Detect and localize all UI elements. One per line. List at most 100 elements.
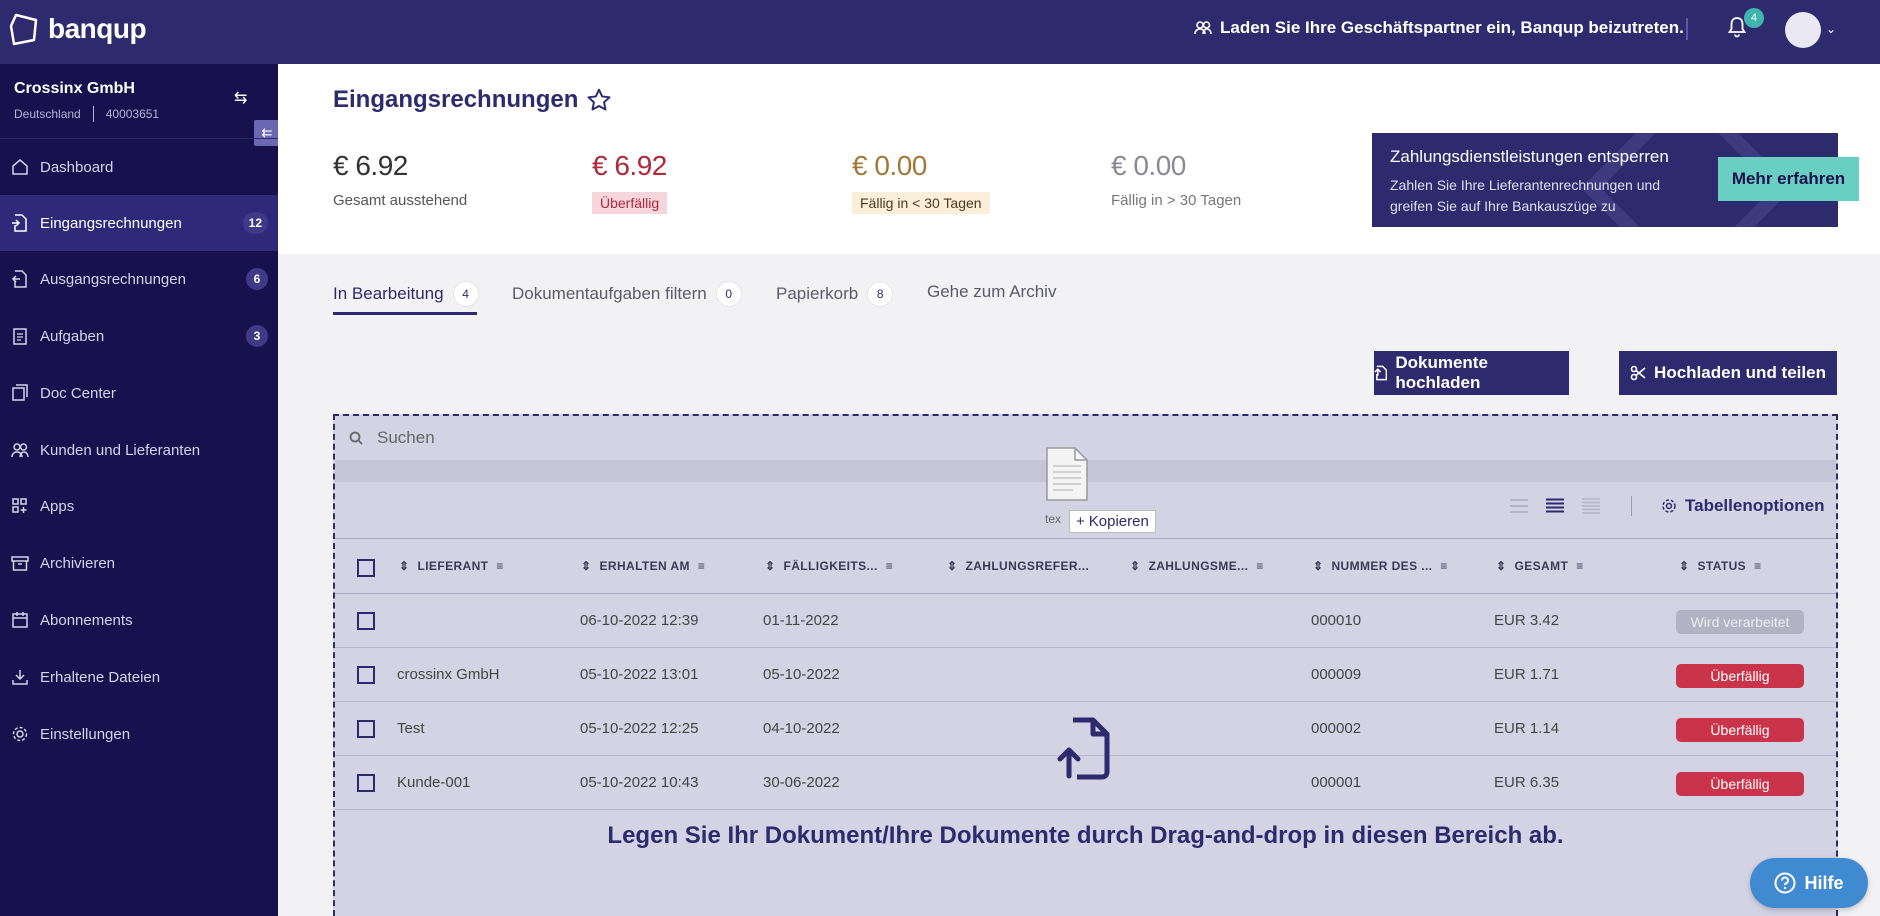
row-checkbox[interactable] <box>357 720 375 738</box>
tab-count-badge: 0 <box>716 282 741 306</box>
density-comfortable-icon[interactable] <box>1581 498 1601 514</box>
sidebar-item-label: Einstellungen <box>40 725 131 743</box>
tab-in-bearbeitung[interactable]: In Bearbeitung 4 <box>333 282 478 306</box>
column-header-zahlungsreferenz[interactable]: ⇕ ZAHLUNGSREFER... <box>947 559 1089 573</box>
cell-due: 01-11-2022 <box>763 612 839 629</box>
stat-label: Fällig in < 30 Tagen <box>852 192 990 214</box>
user-avatar[interactable] <box>1785 12 1821 48</box>
density-compact-icon[interactable] <box>1509 498 1529 514</box>
cell-received: 06-10-2022 12:39 <box>580 612 699 629</box>
filter-icon: ≡ <box>885 559 894 573</box>
column-header-erhalten-am[interactable]: ⇕ ERHALTEN AM ≡ <box>581 559 705 573</box>
column-header-gesamt[interactable]: ⇕ GESAMT ≡ <box>1496 559 1584 573</box>
sidebar-item-erhaltene-dateien[interactable]: Erhaltene Dateien <box>0 649 278 705</box>
search-placeholder: Suchen <box>377 428 435 447</box>
chevron-down-icon[interactable]: ⌄ <box>1826 22 1836 36</box>
sidebar-item-aufgaben[interactable]: Aufgaben 3 <box>0 308 278 364</box>
sidebar-item-doc-center[interactable]: Doc Center <box>0 365 278 421</box>
toolbar-divider <box>1631 496 1632 516</box>
status-badge: Überfällig <box>1676 772 1804 796</box>
apps-grid-icon <box>10 496 30 516</box>
tab-label: Papierkorb <box>776 284 859 303</box>
cell-total: EUR 6.35 <box>1494 774 1560 791</box>
sort-icon: ⇕ <box>1679 559 1690 573</box>
learn-more-button[interactable]: Mehr erfahren <box>1718 157 1859 201</box>
partners-icon <box>1194 21 1212 35</box>
sidebar-item-kunden-lieferanten[interactable]: Kunden und Lieferanten <box>0 422 278 478</box>
active-tab-indicator <box>333 312 477 315</box>
notification-count-badge: 4 <box>1744 8 1764 28</box>
home-icon <box>10 157 30 177</box>
outbound-document-icon <box>10 269 30 289</box>
stat-label: Überfällig <box>592 192 668 214</box>
count-badge: 12 <box>242 212 268 234</box>
sidebar-item-label: Doc Center <box>40 384 116 402</box>
company-country: Deutschland <box>14 107 81 121</box>
column-header-status[interactable]: ⇕ STATUS ≡ <box>1679 559 1762 573</box>
sort-icon: ⇕ <box>1496 559 1507 573</box>
sidebar-item-einstellungen[interactable]: Einstellungen <box>0 706 278 762</box>
copy-drag-tooltip: + Kopieren <box>1069 510 1156 533</box>
column-header-zahlungsmethode[interactable]: ⇕ ZAHLUNGSME... ≡ <box>1130 559 1264 573</box>
invite-partners-link[interactable]: Laden Sie Ihre Geschäftspartner ein, Ban… <box>1194 18 1684 38</box>
upload-documents-button[interactable]: Dokumente hochladen <box>1374 351 1569 395</box>
sidebar-item-label: Ausgangsrechnungen <box>40 270 186 288</box>
sidebar-item-label: Apps <box>40 497 75 515</box>
stat-value: € 6.92 <box>333 150 408 181</box>
stat-label-wrap: Überfällig <box>592 192 668 214</box>
column-header-nummer[interactable]: ⇕ NUMMER DES ... ≡ <box>1313 559 1448 573</box>
density-standard-icon[interactable] <box>1545 498 1565 514</box>
tab-gehe-zum-archiv[interactable]: Gehe zum Archiv <box>927 282 1056 302</box>
cell-number: 000001 <box>1311 774 1362 791</box>
archive-icon <box>10 553 30 573</box>
upload-and-split-button[interactable]: Hochladen und teilen <box>1619 351 1837 395</box>
tab-count-badge: 8 <box>868 282 893 306</box>
column-label: GESAMT <box>1514 559 1569 573</box>
subscription-icon <box>10 610 30 630</box>
sidebar-item-label: Abonnements <box>40 611 133 629</box>
count-badge: 6 <box>246 268 268 290</box>
column-label: LIEFERANT <box>417 559 489 573</box>
switch-company-icon[interactable]: ⇆ <box>234 88 247 108</box>
sidebar-item-archivieren[interactable]: Archivieren <box>0 535 278 591</box>
gear-icon <box>10 724 30 744</box>
sort-icon: ⇕ <box>765 559 776 573</box>
star-icon[interactable] <box>586 87 612 113</box>
sidebar-item-apps[interactable]: Apps <box>0 478 278 534</box>
stat-total-outstanding: € 6.92 Gesamt ausstehend <box>333 150 467 209</box>
column-label: ZAHLUNGSREFER... <box>965 559 1090 573</box>
sidebar-item-abonnements[interactable]: Abonnements <box>0 592 278 648</box>
filter-icon: ≡ <box>1256 559 1264 573</box>
row-checkbox[interactable] <box>357 774 375 792</box>
banqup-logo[interactable]: banqup <box>8 12 147 46</box>
sidebar-item-label: Archivieren <box>40 554 116 572</box>
sidebar-item-eingangsrechnungen[interactable]: Eingangsrechnungen 12 <box>0 195 278 251</box>
sidebar-item-ausgangsrechnungen[interactable]: Ausgangsrechnungen 6 <box>0 251 278 307</box>
column-label: STATUS <box>1697 559 1747 573</box>
row-checkbox[interactable] <box>357 612 375 630</box>
table-row[interactable]: 06-10-2022 12:39 01-11-2022 000010 EUR 3… <box>335 594 1836 648</box>
header-divider <box>1686 18 1688 40</box>
tab-papierkorb[interactable]: Papierkorb 8 <box>776 282 893 306</box>
select-all-checkbox[interactable] <box>357 559 375 577</box>
partners-icon <box>10 440 30 460</box>
tab-dokumentaufgaben-filtern[interactable]: Dokumentaufgaben filtern 0 <box>512 282 741 306</box>
cell-supplier: Kunde-001 <box>397 774 471 791</box>
table-options-button[interactable]: Tabellenoptionen <box>1661 496 1824 516</box>
column-header-lieferant[interactable]: ⇕ LIEFERANT ≡ <box>399 559 504 573</box>
stat-value: € 6.92 <box>592 150 667 181</box>
sidebar-item-label: Aufgaben <box>40 327 105 345</box>
drop-zone[interactable]: Suchen Tabellenoptionen + Kopieren tex ⇕… <box>333 414 1838 916</box>
column-header-faelligkeit[interactable]: ⇕ FÄLLIGKEITS... ≡ <box>765 559 893 573</box>
question-icon <box>1774 872 1796 894</box>
sidebar-item-dashboard[interactable]: Dashboard <box>0 139 278 195</box>
page-title: Eingangsrechnungen <box>333 86 612 114</box>
row-checkbox[interactable] <box>357 666 375 684</box>
sort-icon: ⇕ <box>581 559 592 573</box>
table-row[interactable]: crossinx GmbH 05-10-2022 13:01 05-10-202… <box>335 648 1836 702</box>
cell-due: 30-06-2022 <box>763 774 840 791</box>
help-button[interactable]: Hilfe <box>1750 858 1868 908</box>
filter-icon: ≡ <box>1440 559 1448 573</box>
tab-count-badge: 4 <box>453 282 478 306</box>
cell-due: 04-10-2022 <box>763 720 840 737</box>
